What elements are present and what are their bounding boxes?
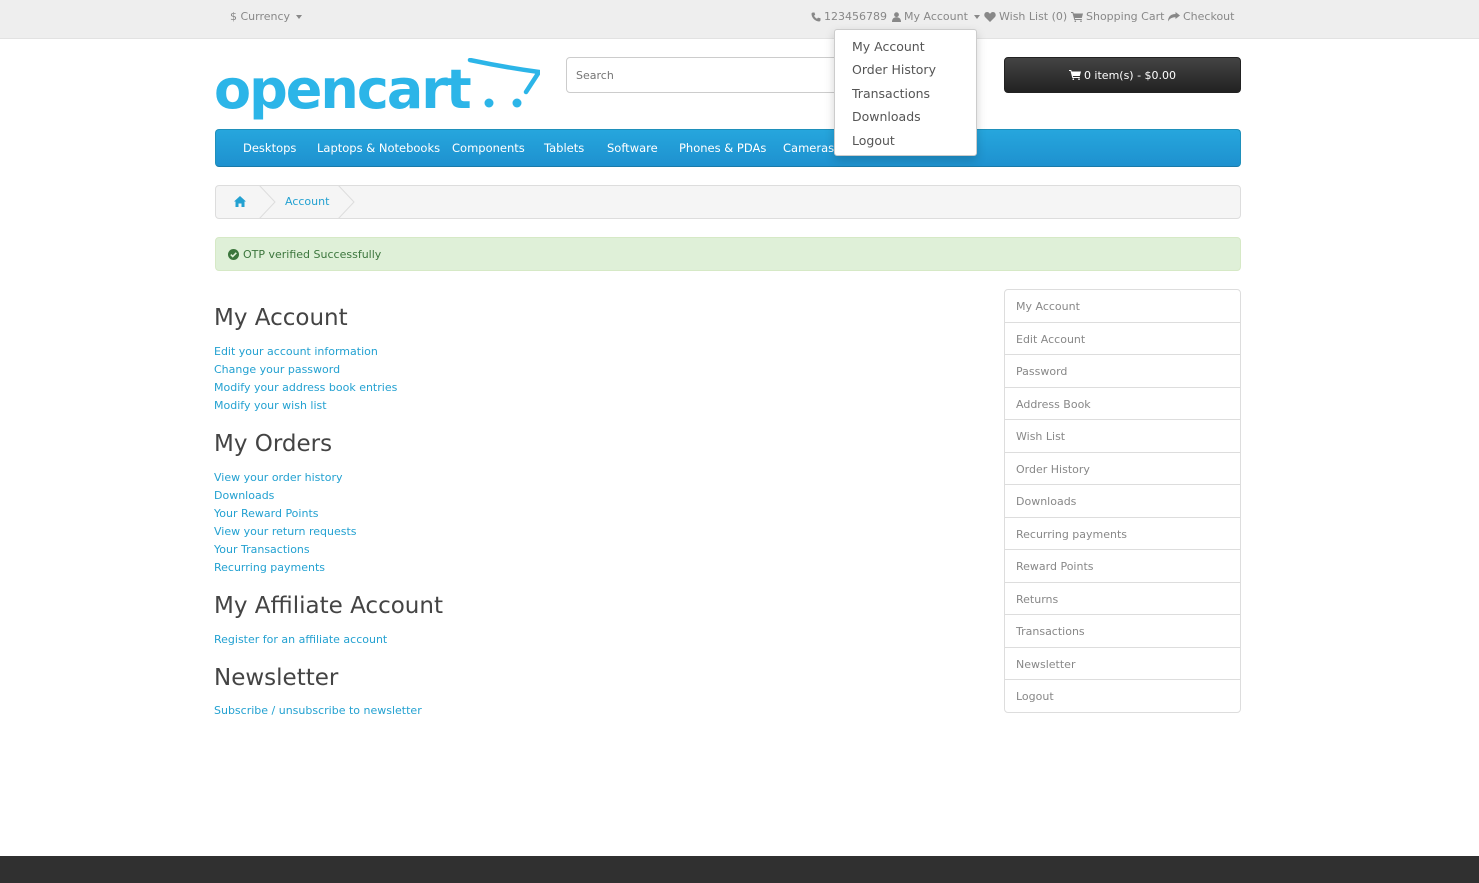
phone-icon <box>811 12 821 21</box>
sidebar-item-logout[interactable]: Logout <box>1004 679 1241 713</box>
sidebar-item-returns[interactable]: Returns <box>1004 581 1241 615</box>
link-newsletter[interactable]: Subscribe / unsubscribe to newsletter <box>214 702 422 720</box>
wishlist-label: Wish List (0) <box>999 10 1068 23</box>
link-register-affiliate[interactable]: Register for an affiliate account <box>214 631 387 649</box>
home-icon <box>234 196 246 207</box>
my-account-toggle[interactable]: My Account <box>892 10 980 23</box>
link-address-book[interactable]: Modify your address book entries <box>214 379 397 397</box>
sidebar-item-newsletter[interactable]: Newsletter <box>1004 646 1241 680</box>
sidebar-item-recurring-payments[interactable]: Recurring payments <box>1004 516 1241 550</box>
check-circle-icon <box>228 248 239 260</box>
menu-item-software[interactable]: Software <box>607 141 658 155</box>
menu-item-components[interactable]: Components <box>452 141 525 155</box>
success-alert: OTP verified Successfully <box>215 237 1241 271</box>
sidebar-item-downloads[interactable]: Downloads <box>1004 484 1241 518</box>
link-downloads[interactable]: Downloads <box>214 487 357 505</box>
sidebar-item-transactions[interactable]: Transactions <box>1004 614 1241 648</box>
affiliate-links: Register for an affiliate account <box>214 631 387 649</box>
phone-link[interactable]: 123456789 <box>811 10 887 23</box>
opencart-logo[interactable]: opencart <box>214 57 543 123</box>
link-wish-list[interactable]: Modify your wish list <box>214 397 397 415</box>
sidebar-item-reward-points[interactable]: Reward Points <box>1004 549 1241 583</box>
sidebar-item-address-book[interactable]: Address Book <box>1004 386 1241 420</box>
currency-label: $ Currency <box>230 10 291 23</box>
footer <box>0 856 1479 883</box>
cart-icon <box>1068 70 1081 80</box>
link-return-requests[interactable]: View your return requests <box>214 523 357 541</box>
chevron-down-icon <box>296 14 303 19</box>
link-transactions[interactable]: Your Transactions <box>214 541 357 559</box>
menu-item-laptops[interactable]: Laptops & Notebooks <box>317 141 440 155</box>
my-account-links: Edit your account information Change you… <box>214 343 397 415</box>
menu-item-tablets[interactable]: Tablets <box>544 141 584 155</box>
menu-item-desktops[interactable]: Desktops <box>243 141 296 155</box>
shopping-cart-link[interactable]: Shopping Cart <box>1071 10 1164 23</box>
section-title-my-orders: My Orders <box>214 431 333 457</box>
section-title-newsletter: Newsletter <box>214 665 339 691</box>
menu-item-phones[interactable]: Phones & PDAs <box>679 141 766 155</box>
link-change-password[interactable]: Change your password <box>214 361 397 379</box>
dropdown-item-order-history[interactable]: Order History <box>835 58 976 81</box>
breadcrumb-separator <box>337 185 355 219</box>
my-account-label: My Account <box>904 10 968 23</box>
main-menu: Desktops Laptops & Notebooks Components … <box>215 129 1241 167</box>
cart-button[interactable]: 0 item(s) - $0.00 <box>1004 57 1241 93</box>
heart-icon <box>984 11 996 22</box>
link-edit-account[interactable]: Edit your account information <box>214 343 397 361</box>
breadcrumb: Account <box>215 185 1241 219</box>
cart-icon <box>1071 11 1083 22</box>
section-title-affiliate: My Affiliate Account <box>214 593 443 619</box>
logo-text: opencart <box>214 58 471 120</box>
account-sidebar: My Account Edit Account Password Address… <box>1004 289 1241 713</box>
sidebar-item-edit-account[interactable]: Edit Account <box>1004 321 1241 355</box>
my-orders-links: View your order history Downloads Your R… <box>214 469 357 577</box>
link-order-history[interactable]: View your order history <box>214 469 357 487</box>
user-icon <box>892 11 901 22</box>
sidebar-item-order-history[interactable]: Order History <box>1004 451 1241 485</box>
breadcrumb-home[interactable] <box>234 196 246 210</box>
chevron-down-icon <box>973 14 980 19</box>
sidebar-item-password[interactable]: Password <box>1004 354 1241 388</box>
link-recurring-payments[interactable]: Recurring payments <box>214 559 357 577</box>
dropdown-item-transactions[interactable]: Transactions <box>835 82 976 105</box>
menu-item-cameras[interactable]: Cameras <box>783 141 834 155</box>
newsletter-links: Subscribe / unsubscribe to newsletter <box>214 702 422 720</box>
alert-message: OTP verified Successfully <box>243 247 382 261</box>
dropdown-item-my-account[interactable]: My Account <box>835 35 976 58</box>
sidebar-item-my-account[interactable]: My Account <box>1004 289 1241 323</box>
breadcrumb-account[interactable]: Account <box>285 195 329 208</box>
top-bar: $ Currency 123456789 My Account Wish Lis… <box>0 0 1479 39</box>
link-reward-points[interactable]: Your Reward Points <box>214 505 357 523</box>
phone-number: 123456789 <box>824 10 887 23</box>
cart-total: 0 item(s) - $0.00 <box>1083 68 1177 82</box>
wishlist-link[interactable]: Wish List (0) <box>984 10 1067 23</box>
share-icon <box>1168 11 1180 21</box>
account-dropdown-menu: My Account Order History Transactions Do… <box>834 29 977 156</box>
currency-dropdown[interactable]: $ Currency <box>230 10 303 23</box>
shopping-cart-label: Shopping Cart <box>1086 10 1165 23</box>
section-title-my-account: My Account <box>214 305 348 331</box>
breadcrumb-separator <box>258 185 276 219</box>
checkout-label: Checkout <box>1183 10 1235 23</box>
checkout-link[interactable]: Checkout <box>1168 10 1234 23</box>
dropdown-item-downloads[interactable]: Downloads <box>835 105 976 128</box>
dropdown-item-logout[interactable]: Logout <box>835 129 976 152</box>
sidebar-item-wish-list[interactable]: Wish List <box>1004 419 1241 453</box>
